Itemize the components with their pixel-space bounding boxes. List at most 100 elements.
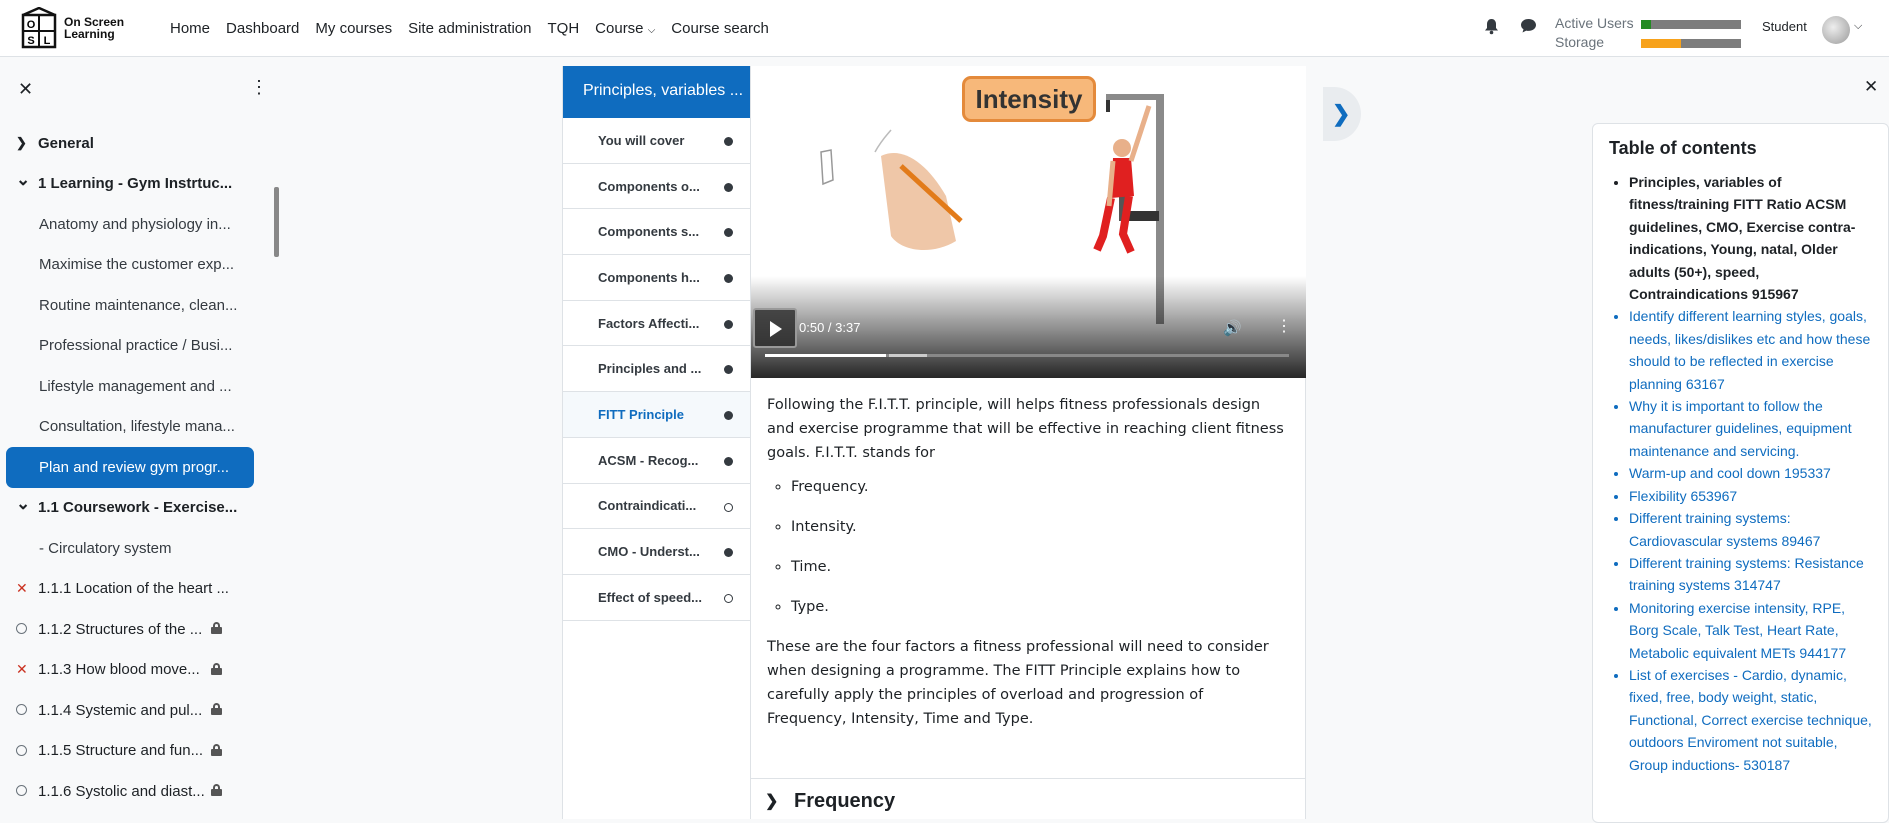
user-avatar[interactable] <box>1822 16 1850 44</box>
user-menu-chevron-down-icon[interactable]: ⌵ <box>1854 20 1862 33</box>
toc-link[interactable]: Monitoring exercise intensity, RPE, Borg… <box>1629 597 1876 664</box>
complete-dot-icon <box>724 137 733 146</box>
chevron-down-icon[interactable]: ⌄ <box>16 494 30 514</box>
course-index-item-label: 1 Learning - Gym Instrtuc... <box>38 175 233 193</box>
incomplete-dot-icon <box>724 593 733 603</box>
chapter-item[interactable]: Components h... <box>563 255 750 301</box>
scrollbar-thumb[interactable] <box>274 187 279 257</box>
play-button[interactable] <box>753 308 797 348</box>
chevron-right-icon[interactable]: ❯ <box>16 135 27 151</box>
course-index-item[interactable]: Routine maintenance, clean... <box>0 285 270 326</box>
not-started-circle-icon <box>16 785 27 796</box>
chapter-item[interactable]: FITT Principle <box>563 392 750 438</box>
frequency-section-toggle[interactable]: ❯ Frequency <box>751 778 1306 819</box>
lock-icon <box>211 784 222 796</box>
lock-icon <box>211 662 222 675</box>
incomplete-cross-icon: ✕ <box>16 580 28 597</box>
incomplete-cross-icon: ✕ <box>16 661 28 678</box>
close-icon[interactable]: ✕ <box>18 79 33 100</box>
chapter-label: Contraindicati... <box>598 498 697 514</box>
video-title-badge: Intensity <box>962 76 1096 122</box>
nav-course-dropdown[interactable]: Course ⌵ <box>595 20 655 37</box>
toc-link[interactable]: Flexibility 653967 <box>1629 485 1876 507</box>
chapter-item[interactable]: ACSM - Recog... <box>563 438 750 484</box>
complete-dot-icon <box>724 182 733 192</box>
site-logo[interactable]: O S L On Screen Learning <box>20 5 130 51</box>
course-index-item-label: General <box>38 134 94 152</box>
course-index-item[interactable]: ✕ 1.1.1 Location of the heart ... <box>0 569 270 610</box>
course-index-item[interactable]: 1.1.2 Structures of the ... <box>0 609 270 650</box>
chapter-item[interactable]: Contraindicati... <box>563 484 750 530</box>
chapter-item[interactable]: You will cover <box>563 118 750 164</box>
nav-my-courses[interactable]: My courses <box>315 20 392 37</box>
video-more-options-icon[interactable]: ⋮ <box>1276 316 1292 336</box>
volume-icon[interactable]: 🔊 <box>1223 319 1242 337</box>
book-chapter-navigation: Principles, variables ... You will cover… <box>563 66 751 819</box>
course-index-item-label: Routine maintenance, clean... <box>39 296 238 314</box>
lock-icon <box>211 703 222 715</box>
storage-bar <box>1641 39 1741 48</box>
course-index-item[interactable]: Anatomy and physiology in... <box>0 204 270 245</box>
logo-text-line2: Learning <box>64 27 115 41</box>
nav-course-search[interactable]: Course search <box>671 20 769 37</box>
toc-link[interactable]: Different training systems: Cardiovascul… <box>1629 507 1876 552</box>
list-item: Frequency. <box>791 475 1287 499</box>
chevron-right-icon: ❯ <box>765 793 779 810</box>
course-index-item-label: 1.1.5 Structure and fun... <box>38 742 204 760</box>
not-started-circle-icon <box>16 623 27 634</box>
course-index-item-label: 1.1.3 How blood move... <box>38 661 200 679</box>
nav-site-administration[interactable]: Site administration <box>408 20 531 37</box>
nav-tqh[interactable]: TQH <box>548 20 580 37</box>
course-index-item[interactable]: 1.1.5 Structure and fun... <box>0 731 270 772</box>
nav-home[interactable]: Home <box>170 20 210 37</box>
chapter-label: Components h... <box>598 269 700 285</box>
chapter-item[interactable]: Effect of speed... <box>563 575 750 621</box>
course-index-item-label: Plan and review gym progr... <box>39 458 230 476</box>
book-title[interactable]: Principles, variables ... <box>563 66 750 118</box>
fitt-list: Frequency. Intensity. Time. Type. <box>767 475 1287 619</box>
more-options-icon[interactable]: ⋮ <box>250 77 268 98</box>
course-index-item[interactable]: ⌄ 1.1 Coursework - Exercise... <box>0 488 270 529</box>
toc-link[interactable]: Different training systems: Resistance t… <box>1629 552 1876 597</box>
course-index-item[interactable]: 1.1.4 Systemic and pul... <box>0 690 270 731</box>
toc-link: Principles, variables of fitness/trainin… <box>1629 171 1876 305</box>
close-icon[interactable]: ✕ <box>1864 77 1878 97</box>
chapter-item[interactable]: CMO - Underst... <box>563 529 750 575</box>
chapter-list: You will cover Components o... Components … <box>563 118 750 621</box>
video-player[interactable]: Intensity 0:50 / 3:37 🔊 ⋮ <box>751 66 1306 378</box>
outro-paragraph: These are the four factors a fitness pro… <box>767 639 1269 727</box>
storage-bar-fill <box>1641 39 1681 48</box>
course-index-item[interactable]: - Circulatory system <box>0 528 270 569</box>
toc-link[interactable]: Why it is important to follow the manufa… <box>1629 395 1876 462</box>
video-progress-track[interactable] <box>765 354 1289 357</box>
next-chapter-button[interactable]: ❯ <box>1323 87 1361 141</box>
course-index-item[interactable]: ✕ 1.1.3 How blood move... <box>0 650 270 691</box>
chapter-item[interactable]: Components s... <box>563 209 750 256</box>
bell-icon[interactable] <box>1484 18 1499 35</box>
course-index-item[interactable]: Maximise the customer exp... <box>0 245 270 286</box>
user-name[interactable]: Student <box>1762 19 1807 34</box>
course-index-item[interactable]: Professional practice / Busi... <box>0 326 270 367</box>
course-index-item[interactable]: Lifestyle management and ... <box>0 366 270 407</box>
complete-dot-icon <box>724 228 733 238</box>
toc-link[interactable]: Warm-up and cool down 195337 <box>1629 462 1876 484</box>
chapter-item[interactable]: Principles and ... <box>563 346 750 393</box>
chevron-down-icon[interactable]: ⌄ <box>16 170 30 190</box>
chapter-item[interactable]: Factors Affecti... <box>563 301 750 347</box>
toc-link[interactable]: Identify different learning styles, goal… <box>1629 305 1876 395</box>
course-index-item-label: 1.1.4 Systemic and pul... <box>38 701 203 719</box>
nav-dashboard[interactable]: Dashboard <box>226 20 299 37</box>
course-index-item[interactable]: Plan and review gym progr... <box>6 447 254 488</box>
course-index-item[interactable]: 1.1.6 Systolic and diast... <box>0 771 270 812</box>
course-index-item[interactable]: ❯ General <box>0 123 270 164</box>
list-item: Time. <box>791 555 1287 579</box>
toc-link[interactable]: List of exercises - Cardio, dynamic, fix… <box>1629 664 1876 776</box>
chat-bubble-icon[interactable] <box>1520 18 1537 34</box>
course-index-item-label: Anatomy and physiology in... <box>39 215 231 233</box>
chapter-label: Components o... <box>598 178 700 194</box>
course-index-item[interactable]: Consultation, lifestyle mana... <box>0 407 270 448</box>
course-index-item[interactable]: ⌄ 1 Learning - Gym Instrtuc... <box>0 164 270 205</box>
course-index-item-label: Consultation, lifestyle mana... <box>39 418 235 436</box>
chapter-item[interactable]: Components o... <box>563 164 750 210</box>
chevron-right-icon: ❯ <box>1332 101 1351 126</box>
